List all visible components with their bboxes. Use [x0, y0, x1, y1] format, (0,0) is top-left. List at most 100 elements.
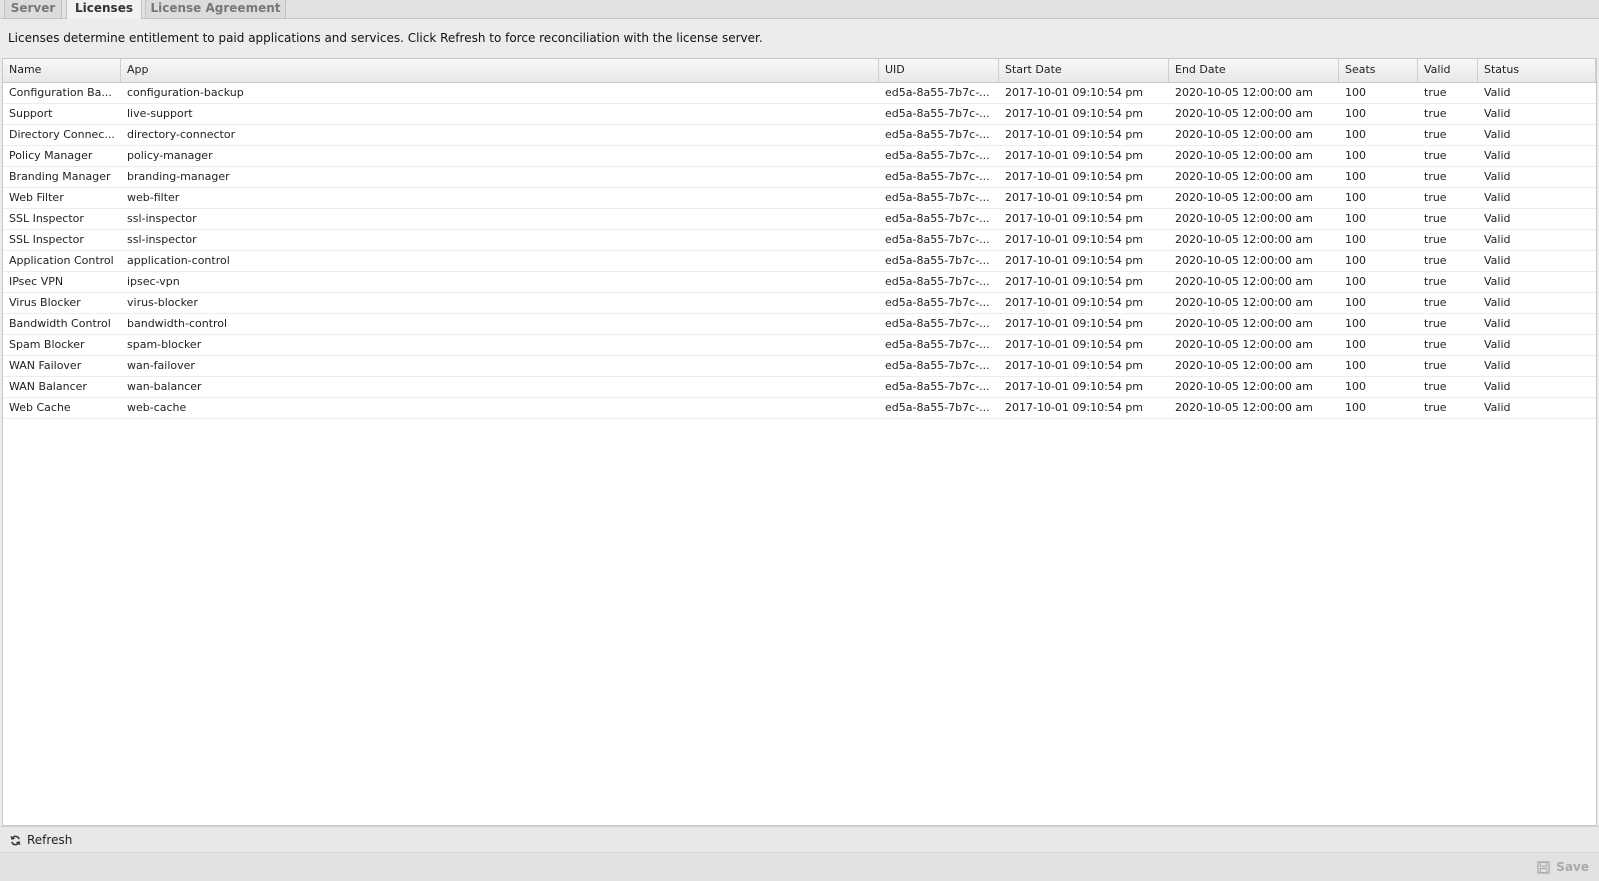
- cell-uid: ed5a-8a55-7b7c-...: [885, 149, 990, 162]
- cell-uid: ed5a-8a55-7b7c-...: [885, 317, 990, 330]
- column-header-start-date[interactable]: Start Date: [999, 59, 1169, 82]
- cell-valid: true: [1424, 212, 1447, 225]
- cell-app: directory-connector: [127, 128, 236, 141]
- cell-valid: true: [1424, 149, 1447, 162]
- cell-start-date: 2017-10-01 09:10:54 pm: [1005, 86, 1144, 99]
- cell-start-date: 2017-10-01 09:10:54 pm: [1005, 317, 1144, 330]
- cell-seats: 100: [1345, 401, 1366, 414]
- table-row[interactable]: Branding Manager branding-manager ed5a-8a5…: [3, 167, 1596, 188]
- column-header-status[interactable]: Status: [1478, 59, 1596, 82]
- cell-app: policy-manager: [127, 149, 213, 162]
- table-row[interactable]: SSL Inspector ssl-inspector ed5a-8a55-7b7c…: [3, 209, 1596, 230]
- cell-app: web-cache: [127, 401, 187, 414]
- table-row[interactable]: Spam Blocker spam-blocker ed5a-8a55-7b7c-.…: [3, 335, 1596, 356]
- cell-start-date: 2017-10-01 09:10:54 pm: [1005, 359, 1144, 372]
- cell-end-date: 2020-10-05 12:00:00 am: [1175, 401, 1313, 414]
- cell-end-date: 2020-10-05 12:00:00 am: [1175, 86, 1313, 99]
- cell-start-date: 2017-10-01 09:10:54 pm: [1005, 107, 1144, 120]
- table-row[interactable]: Directory Connec... directory-connector ed…: [3, 125, 1596, 146]
- refresh-label: Refresh: [27, 833, 73, 847]
- cell-app: configuration-backup: [127, 86, 244, 99]
- cell-status: Valid: [1484, 296, 1511, 309]
- tab-bar: Server Licenses License Agreement: [0, 0, 1599, 20]
- cell-seats: 100: [1345, 86, 1366, 99]
- cell-name: Directory Connec...: [9, 128, 115, 141]
- column-header-valid[interactable]: Valid: [1418, 59, 1478, 82]
- column-header-name[interactable]: Name: [3, 59, 121, 82]
- cell-status: Valid: [1484, 170, 1511, 183]
- cell-name: Web Filter: [9, 191, 64, 204]
- cell-valid: true: [1424, 380, 1447, 393]
- cell-uid: ed5a-8a55-7b7c-...: [885, 275, 990, 288]
- cell-status: Valid: [1484, 86, 1511, 99]
- cell-end-date: 2020-10-05 12:00:00 am: [1175, 191, 1313, 204]
- cell-app: wan-balancer: [127, 380, 202, 393]
- cell-seats: 100: [1345, 338, 1366, 351]
- cell-seats: 100: [1345, 149, 1366, 162]
- table-row[interactable]: Application Control application-control ed…: [3, 251, 1596, 272]
- cell-start-date: 2017-10-01 09:10:54 pm: [1005, 275, 1144, 288]
- cell-valid: true: [1424, 191, 1447, 204]
- column-header-seats[interactable]: Seats: [1339, 59, 1418, 82]
- cell-valid: true: [1424, 170, 1447, 183]
- cell-end-date: 2020-10-05 12:00:00 am: [1175, 107, 1313, 120]
- licenses-panel: Server Licenses License Agreement Licens…: [0, 0, 1599, 881]
- table-row[interactable]: Bandwidth Control bandwidth-control ed5a-8…: [3, 314, 1596, 335]
- cell-uid: ed5a-8a55-7b7c-...: [885, 170, 990, 183]
- cell-valid: true: [1424, 338, 1447, 351]
- cell-seats: 100: [1345, 359, 1366, 372]
- refresh-button[interactable]: Refresh: [6, 830, 76, 850]
- cell-name: Bandwidth Control: [9, 317, 111, 330]
- refresh-icon: [10, 835, 21, 845]
- cell-status: Valid: [1484, 254, 1511, 267]
- table-row[interactable]: SSL Inspector ssl-inspector ed5a-8a55-7b7c…: [3, 230, 1596, 251]
- cell-valid: true: [1424, 254, 1447, 267]
- table-row[interactable]: WAN Failover wan-failover ed5a-8a55-7b7c-.…: [3, 356, 1596, 377]
- column-header-uid[interactable]: UID: [879, 59, 999, 82]
- tab-licenses[interactable]: Licenses: [66, 0, 142, 20]
- column-header-app[interactable]: App: [121, 59, 879, 82]
- cell-name: Web Cache: [9, 401, 71, 414]
- cell-uid: ed5a-8a55-7b7c-...: [885, 338, 990, 351]
- cell-name: IPsec VPN: [9, 275, 64, 288]
- cell-status: Valid: [1484, 275, 1511, 288]
- cell-start-date: 2017-10-01 09:10:54 pm: [1005, 296, 1144, 309]
- tab-server[interactable]: Server: [4, 0, 62, 19]
- bottom-toolbar: Refresh: [0, 826, 1599, 853]
- table-row[interactable]: Support live-support ed5a-8a55-7b7c-... 201…: [3, 104, 1596, 125]
- table-row[interactable]: Virus Blocker virus-blocker ed5a-8a55-7b7c…: [3, 293, 1596, 314]
- cell-end-date: 2020-10-05 12:00:00 am: [1175, 296, 1313, 309]
- description-text: Licenses determine entitlement to paid a…: [0, 19, 1599, 58]
- cell-end-date: 2020-10-05 12:00:00 am: [1175, 380, 1313, 393]
- cell-status: Valid: [1484, 401, 1511, 414]
- cell-valid: true: [1424, 86, 1447, 99]
- cell-valid: true: [1424, 275, 1447, 288]
- cell-end-date: 2020-10-05 12:00:00 am: [1175, 359, 1313, 372]
- cell-status: Valid: [1484, 359, 1511, 372]
- cell-status: Valid: [1484, 338, 1511, 351]
- table-row[interactable]: Web Filter web-filter ed5a-8a55-7b7c-... 20…: [3, 188, 1596, 209]
- cell-app: web-filter: [127, 191, 180, 204]
- cell-app: ssl-inspector: [127, 233, 197, 246]
- table-row[interactable]: Configuration Ba... configuration-backup e…: [3, 83, 1596, 104]
- column-header-end-date[interactable]: End Date: [1169, 59, 1339, 82]
- cell-status: Valid: [1484, 212, 1511, 225]
- save-button[interactable]: Save: [1537, 857, 1589, 877]
- table-row[interactable]: Policy Manager policy-manager ed5a-8a55-7b…: [3, 146, 1596, 167]
- cell-seats: 100: [1345, 296, 1366, 309]
- cell-start-date: 2017-10-01 09:10:54 pm: [1005, 233, 1144, 246]
- table-row[interactable]: Web Cache web-cache ed5a-8a55-7b7c-... 2017…: [3, 398, 1596, 419]
- cell-app: live-support: [127, 107, 193, 120]
- cell-end-date: 2020-10-05 12:00:00 am: [1175, 317, 1313, 330]
- cell-uid: ed5a-8a55-7b7c-...: [885, 296, 990, 309]
- cell-end-date: 2020-10-05 12:00:00 am: [1175, 149, 1313, 162]
- table-row[interactable]: IPsec VPN ipsec-vpn ed5a-8a55-7b7c-... 2017…: [3, 272, 1596, 293]
- cell-end-date: 2020-10-05 12:00:00 am: [1175, 128, 1313, 141]
- tab-license-agreement[interactable]: License Agreement: [145, 0, 286, 19]
- table-row[interactable]: WAN Balancer wan-balancer ed5a-8a55-7b7c-.…: [3, 377, 1596, 398]
- cell-name: Policy Manager: [9, 149, 93, 162]
- cell-end-date: 2020-10-05 12:00:00 am: [1175, 170, 1313, 183]
- cell-valid: true: [1424, 296, 1447, 309]
- cell-app: bandwidth-control: [127, 317, 228, 330]
- cell-status: Valid: [1484, 380, 1511, 393]
